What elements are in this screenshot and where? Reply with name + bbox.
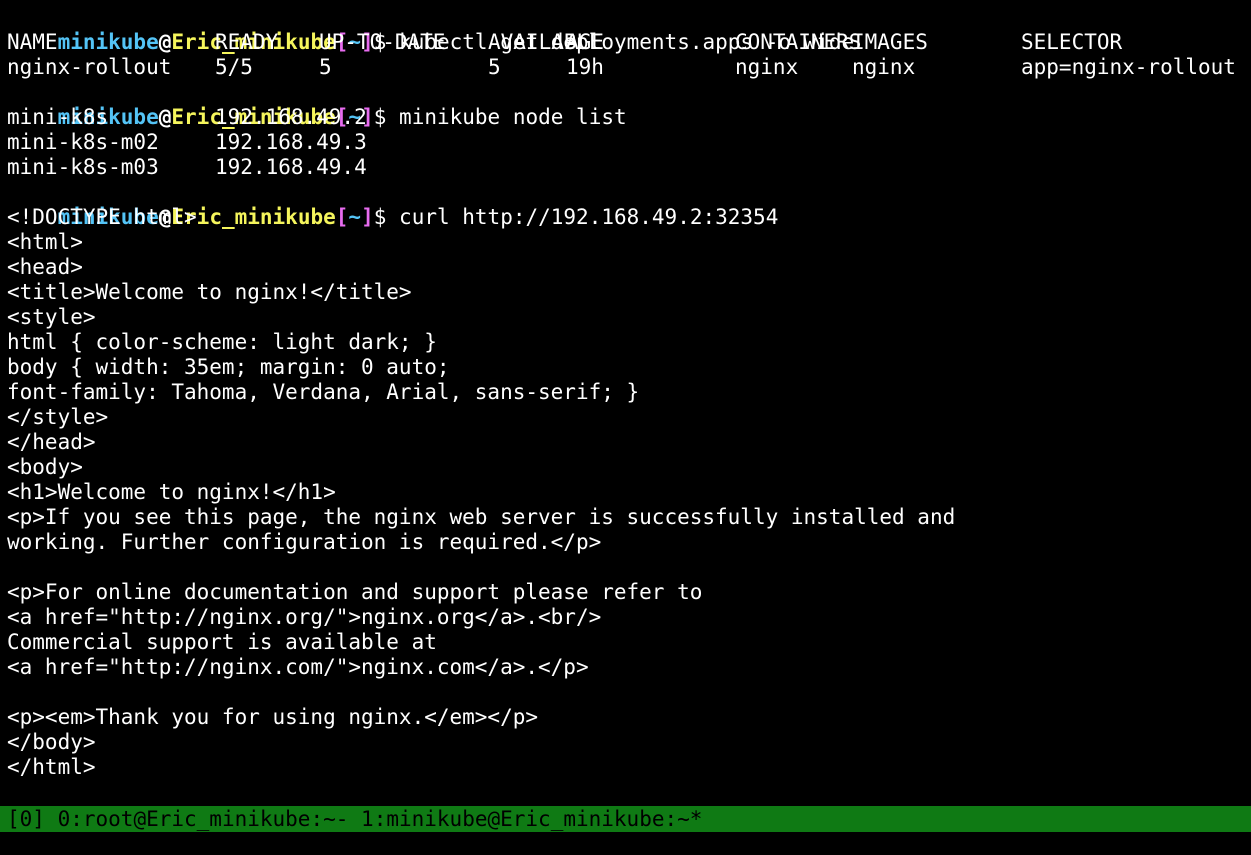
output-line: <p><em>Thank you for using nginx.</em></… xyxy=(7,705,539,729)
prompt-close-bracket: ] xyxy=(361,205,374,229)
output-line: </head> xyxy=(7,430,96,454)
terminal-output[interactable]: minikube@Eric_minikube[~]$ kubectl get d… xyxy=(7,5,1251,829)
table-cell: nginx xyxy=(852,55,916,79)
prompt-line: minikube@Eric_minikube[~]$ curl http://1… xyxy=(7,180,1251,229)
output-line: <a href="http://nginx.org/">nginx.org</a… xyxy=(7,605,602,629)
node-ip: 192.168.49.3 xyxy=(215,130,367,154)
table-cell: 19h xyxy=(566,55,604,79)
table-header: AVAILABLE xyxy=(488,30,602,54)
prompt-line: minikube@Eric_minikube[~]$ minikube node… xyxy=(7,80,1251,129)
output-line: <a href="http://nginx.com/">nginx.com</a… xyxy=(7,655,589,679)
output-line: <style> xyxy=(7,305,96,329)
prompt-dollar: $ xyxy=(373,205,387,229)
table-cell: 5/5 xyxy=(215,55,253,79)
table-header: SELECTOR xyxy=(1021,30,1123,54)
prompt-dollar: $ xyxy=(373,105,387,129)
table-header: IMAGES xyxy=(852,30,928,54)
node-name: mini-k8s xyxy=(7,105,109,129)
output-line: body { width: 35em; margin: 0 auto; xyxy=(7,355,450,379)
node-name: mini-k8s-m02 xyxy=(7,130,159,154)
output-line: <h1>Welcome to nginx!</h1> xyxy=(7,480,336,504)
node-row: mini-k8s-m03 192.168.49.4 xyxy=(7,155,1251,180)
table-header: READY xyxy=(215,30,279,54)
tmux-window-1[interactable]: 1:minikube@Eric_minikube:~* xyxy=(361,807,702,831)
node-name: mini-k8s-m03 xyxy=(7,155,159,179)
table-cell: nginx-rollout xyxy=(7,55,172,79)
table-cell: 5 xyxy=(488,55,501,79)
prompt-line[interactable]: minikube@Eric_minikube[~]$ xyxy=(7,780,1251,829)
output-line: </html> xyxy=(7,755,96,779)
output-line: html { color-scheme: light dark; } xyxy=(7,330,437,354)
table-row: nginx-rollout 5/5 5 5 19h nginx nginx app=nginx… xyxy=(7,55,1251,80)
table-header: CONTAINERS xyxy=(735,30,862,54)
output-line: <body> xyxy=(7,455,83,479)
output-line: Commercial support is available at xyxy=(7,630,437,654)
tmux-status-bar: [0] 0:root@Eric_minikube:~- 1:minikube@E… xyxy=(0,806,1251,832)
output-line: <head> xyxy=(7,255,83,279)
tmux-session-label: [0] xyxy=(7,807,45,831)
table-cell: nginx xyxy=(735,55,799,79)
output-line: <title>Welcome to nginx!</title> xyxy=(7,280,412,304)
output-line: font-family: Tahoma, Verdana, Arial, san… xyxy=(7,380,640,404)
output-line: <p>If you see this page, the nginx web s… xyxy=(7,505,956,529)
table-header: NAME xyxy=(7,30,58,54)
command-text: curl http://192.168.49.2:32354 xyxy=(399,205,779,229)
output-line: </style> xyxy=(7,405,109,429)
prompt-path: ~ xyxy=(348,205,362,229)
prompt-line: minikube@Eric_minikube[~]$ kubectl get d… xyxy=(7,5,1251,54)
table-cell: 5 xyxy=(319,55,332,79)
node-row: mini-k8s-m02 192.168.49.3 xyxy=(7,130,1251,155)
output-line: <html> xyxy=(7,230,83,254)
table-header-row: NAME READY UP-TO-DATE AVAILABLEAGE CONTAINER… xyxy=(7,30,1251,55)
output-line: <p>For online documentation and support … xyxy=(7,580,703,604)
tmux-window-0[interactable]: 0:root@Eric_minikube:~- xyxy=(58,807,349,831)
command-text: minikube node list xyxy=(399,105,627,129)
table-header: AGE xyxy=(566,30,604,54)
output-line: working. Further configuration is requir… xyxy=(7,530,602,554)
prompt-open-bracket: [ xyxy=(335,205,349,229)
table-cell: app=nginx-rollout xyxy=(1021,55,1236,79)
output-line: </body> xyxy=(7,730,96,754)
node-ip: 192.168.49.4 xyxy=(215,155,367,179)
table-header: UP-TO-DATE xyxy=(319,30,446,54)
node-row: mini-k8s 192.168.49.2 xyxy=(7,105,1251,130)
node-ip: 192.168.49.2 xyxy=(215,105,367,129)
